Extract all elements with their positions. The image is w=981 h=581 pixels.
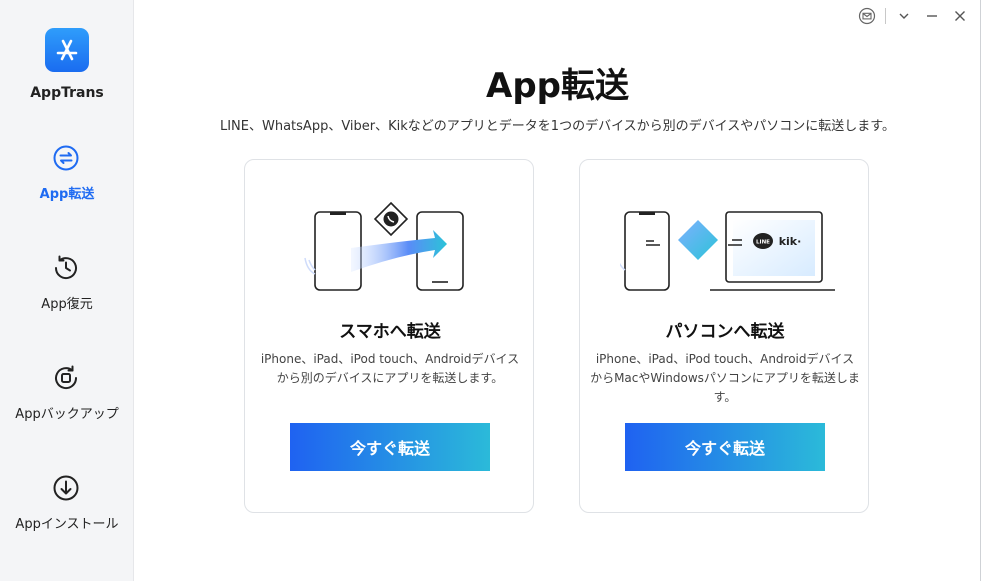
sidebar-item-app-restore[interactable]: App復元 [0, 253, 134, 353]
sidebar-item-label: Appバックアップ [15, 407, 119, 422]
restore-icon [54, 255, 77, 280]
app-name: AppTrans [30, 85, 104, 101]
transfer-to-computer-card: LINE kik· パソコンへ転送 iPhone、iPad、iPod touch… [579, 159, 869, 513]
sidebar-item-label: Appインストール [15, 517, 119, 532]
card-description: iPhone、iPad、iPod touch、Androidデバイスから別のデバ… [260, 352, 520, 385]
card-title: パソコンへ転送 [665, 322, 785, 342]
kik-logo-text: kik· [779, 235, 802, 248]
page-title: App転送 [486, 66, 629, 106]
sidebar-item-label: App転送 [39, 187, 95, 202]
sidebar-item-app-transfer[interactable]: App転送 [0, 143, 134, 243]
phone-to-phone-illustration [304, 201, 464, 291]
window-controls [857, 6, 970, 26]
chevron-down-icon[interactable] [894, 6, 914, 26]
divider [885, 8, 886, 24]
line-logo-text: LINE [756, 240, 770, 246]
sidebar-item-label: App復元 [41, 297, 93, 312]
close-icon[interactable] [950, 6, 970, 26]
transfer-icon [53, 145, 79, 171]
minimize-icon[interactable] [922, 6, 942, 26]
main-panel: App転送 LINE、WhatsApp、Viber、Kikなどのアプリとデータを… [134, 0, 981, 581]
app-logo [45, 28, 89, 72]
install-icon [53, 475, 79, 501]
sidebar-item-app-backup[interactable]: Appバックアップ [0, 363, 134, 463]
card-description: iPhone、iPad、iPod touch、AndroidデバイスからMacや… [590, 352, 860, 404]
page-subtitle: LINE、WhatsApp、Viber、Kikなどのアプリとデータを1つのデバイ… [219, 119, 895, 134]
transfer-to-phone-card: スマホへ転送 iPhone、iPad、iPod touch、Androidデバイ… [244, 159, 534, 513]
backup-icon [55, 365, 78, 390]
app-store-icon [56, 39, 78, 61]
card-title: スマホへ転送 [339, 322, 441, 342]
phone-to-computer-illustration: LINE kik· [620, 211, 835, 291]
transfer-now-button[interactable]: 今すぐ転送 [625, 423, 825, 471]
sidebar: AppTrans App転送 App復元 Appバックアップ Appインストール [0, 0, 134, 581]
mail-icon[interactable] [857, 6, 877, 26]
transfer-now-button[interactable]: 今すぐ転送 [290, 423, 490, 471]
sidebar-item-app-install[interactable]: Appインストール [0, 473, 134, 573]
